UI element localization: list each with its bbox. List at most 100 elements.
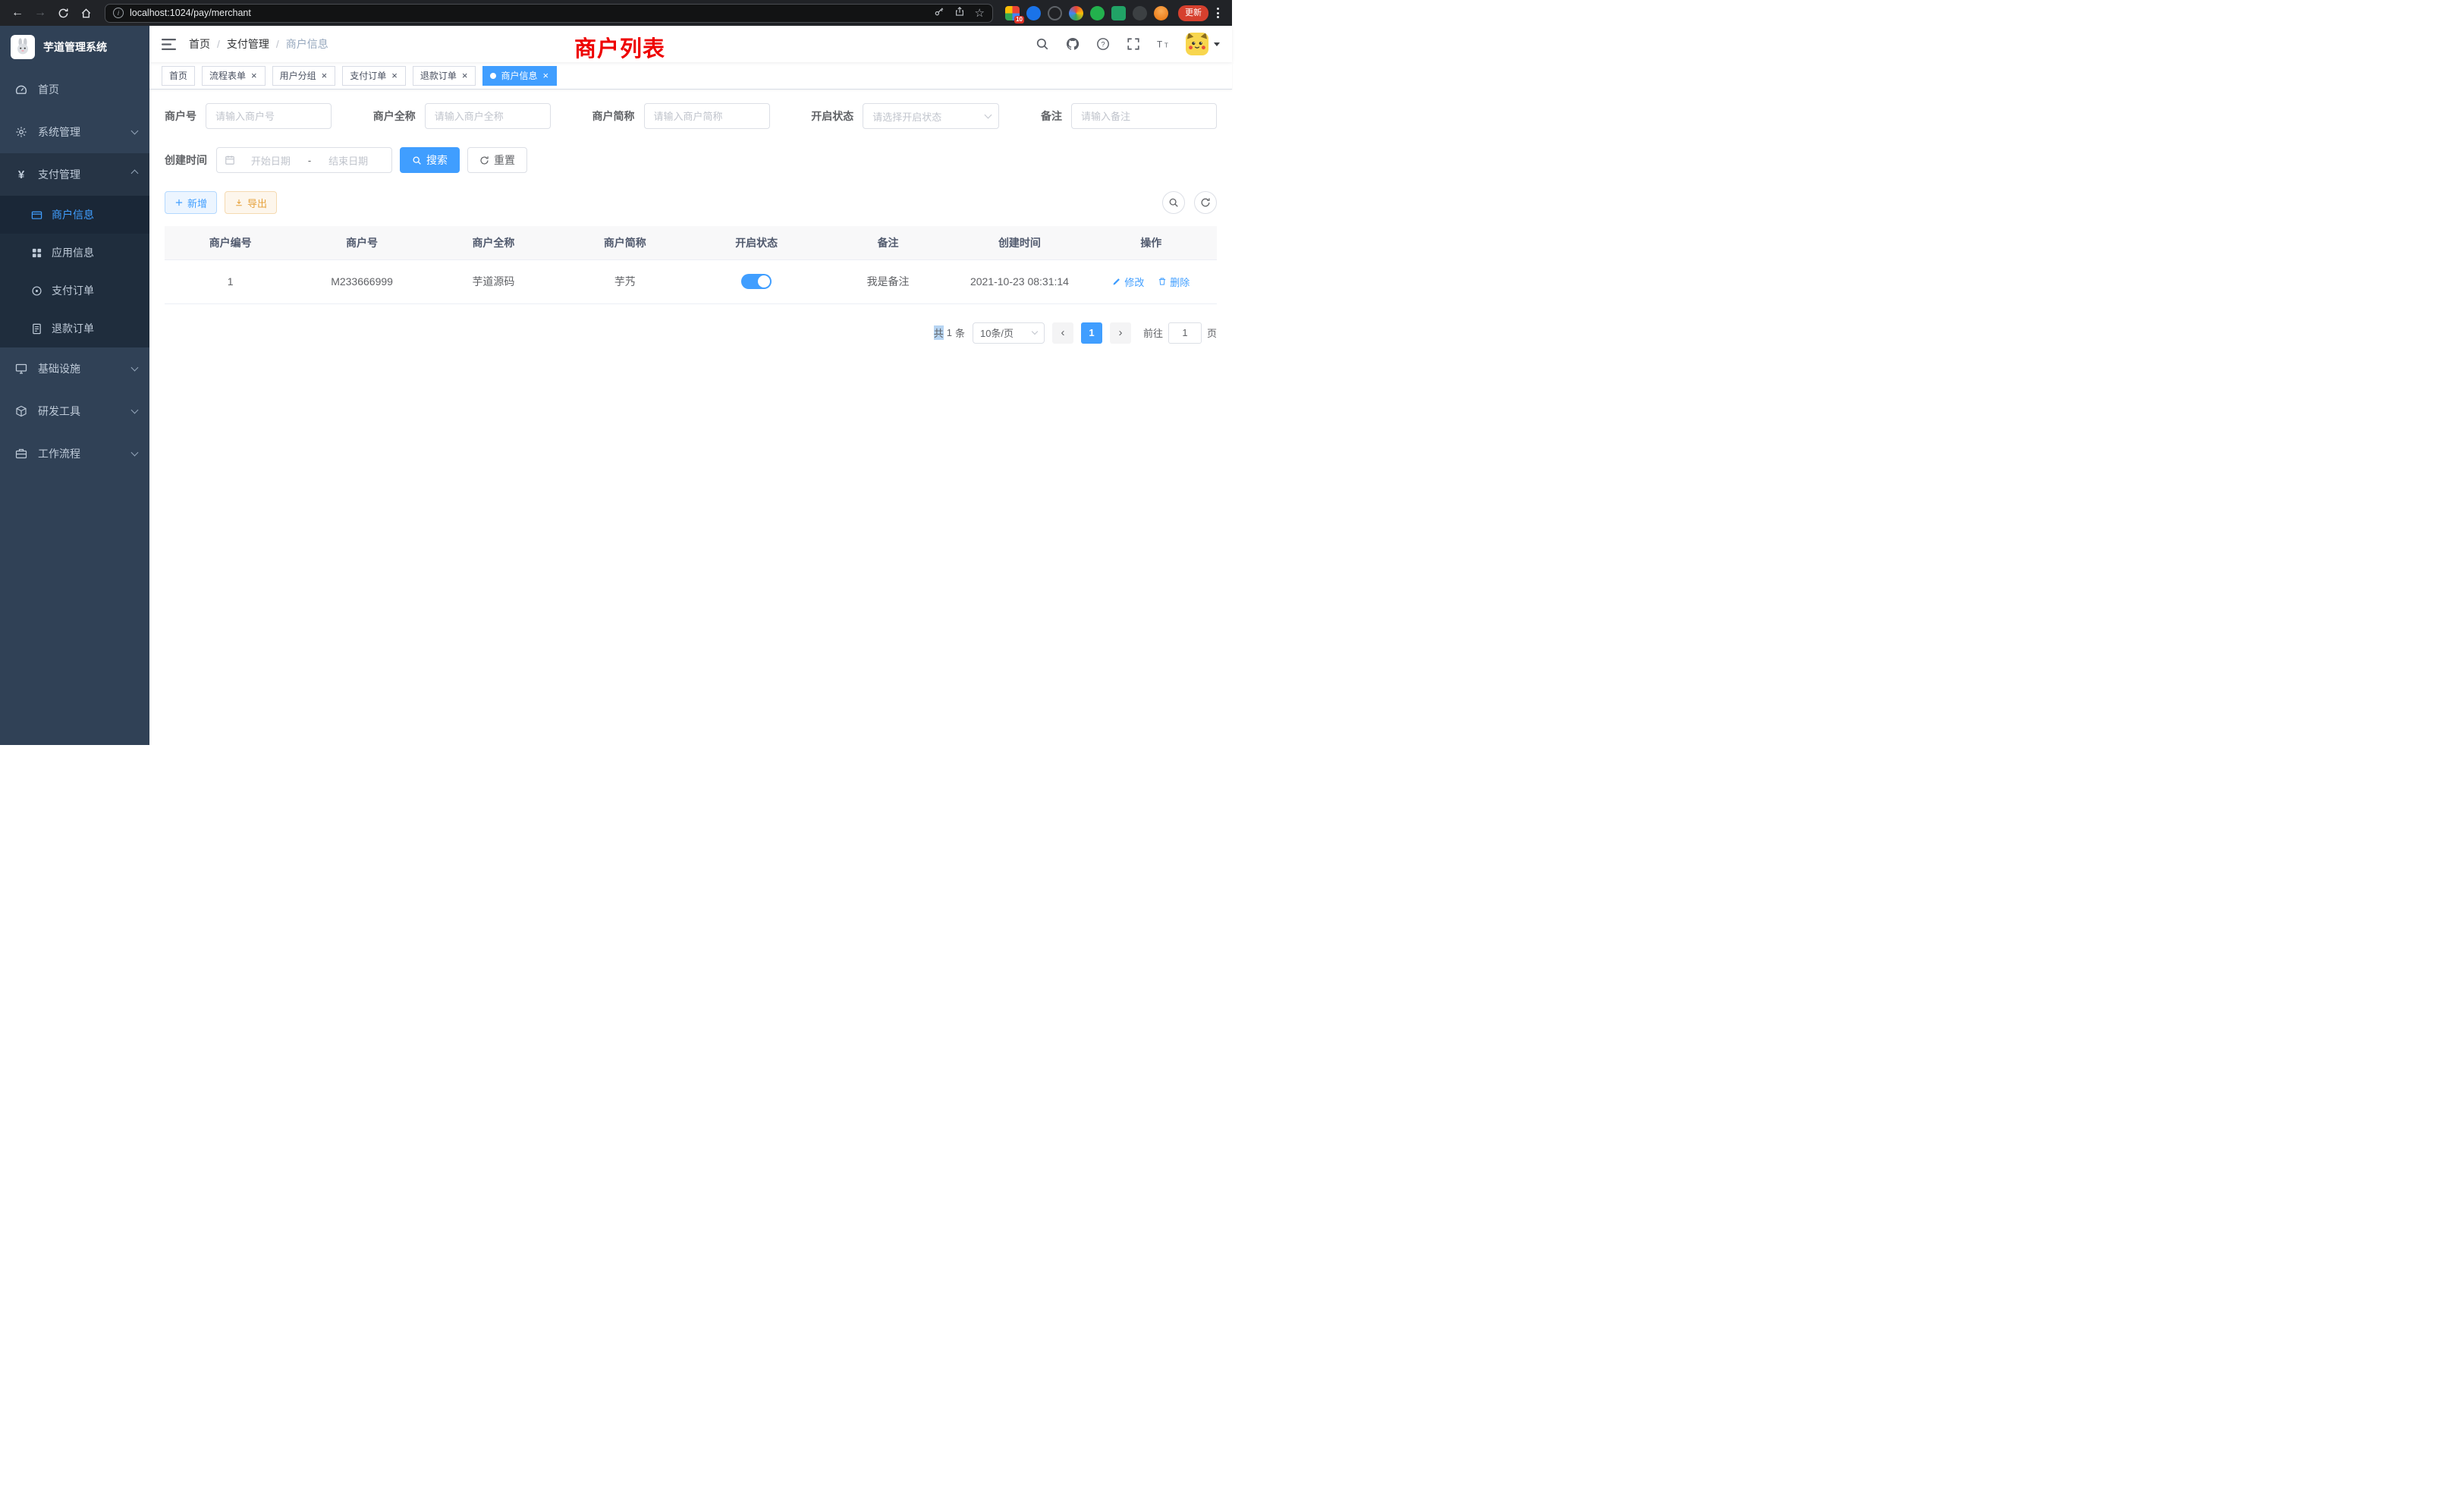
close-icon[interactable]: × [542, 71, 549, 80]
current-page-button[interactable]: 1 [1081, 322, 1102, 344]
search-button[interactable]: 搜索 [400, 147, 460, 173]
bookmark-star-icon[interactable]: ☆ [975, 8, 985, 19]
tab-pay-order[interactable]: 支付订单 × [342, 66, 406, 86]
export-button[interactable]: 导出 [225, 191, 277, 214]
extension-green-circle-icon[interactable] [1090, 6, 1105, 20]
fullscreen-icon[interactable] [1125, 36, 1142, 52]
reset-button[interactable]: 重置 [467, 147, 527, 173]
close-icon[interactable]: × [250, 71, 258, 80]
refresh-icon [479, 156, 489, 165]
chevron-down-icon [1032, 328, 1038, 335]
extension-green-square-icon[interactable] [1111, 6, 1126, 20]
table-row: 1 M233666999 芋道源码 芋艿 我是备注 2021-10-23 08:… [165, 259, 1217, 303]
sidebar-item-home[interactable]: 首页 [0, 68, 149, 111]
date-range-picker[interactable]: 开始日期 - 结束日期 [216, 147, 392, 173]
status-select[interactable]: 请选择开启状态 [863, 103, 999, 129]
user-avatar[interactable] [1186, 33, 1208, 55]
close-icon[interactable]: × [321, 71, 328, 80]
edit-link[interactable]: 修改 [1112, 275, 1144, 289]
sidebar-item-refund-order[interactable]: 退款订单 [0, 310, 149, 347]
search-icon[interactable] [1034, 36, 1051, 52]
tab-process-form[interactable]: 流程表单 × [202, 66, 266, 86]
magnifier-icon [412, 156, 422, 165]
filter-form-row1: 商户号 商户全称 商户简称 开启状态 请选择开启状态 [165, 103, 1217, 129]
user-menu[interactable] [1186, 33, 1220, 55]
extension-pinwheel-icon[interactable] [1133, 6, 1147, 20]
next-page-button[interactable]: › [1110, 322, 1131, 344]
goto-page-input[interactable] [1168, 322, 1202, 344]
delete-link[interactable]: 删除 [1158, 275, 1190, 289]
tab-merchant-info[interactable]: 商户信息 × [482, 66, 557, 86]
font-size-icon[interactable]: TT [1155, 36, 1172, 52]
svg-text:T: T [1164, 42, 1168, 49]
extension-drop-icon[interactable] [1026, 6, 1041, 20]
cell-short-name: 芋艿 [559, 259, 690, 303]
app-logo[interactable]: 芋道管理系统 [0, 26, 149, 68]
site-info-icon[interactable]: i [113, 8, 124, 18]
hamburger-icon[interactable] [162, 37, 177, 51]
cell-remark: 我是备注 [822, 259, 954, 303]
target-icon [30, 284, 42, 297]
sidebar-item-payment[interactable]: ¥ 支付管理 [0, 153, 149, 196]
short-name-input[interactable] [644, 103, 770, 129]
navbar-actions: ? TT [1034, 33, 1220, 55]
cell-operations: 修改 删除 [1086, 259, 1217, 303]
key-icon[interactable] [934, 6, 944, 20]
cube-icon [15, 405, 27, 417]
breadcrumb-separator: / [217, 38, 220, 50]
toggle-search-icon[interactable] [1162, 191, 1185, 214]
url-bar[interactable]: i localhost:1024/pay/merchant ☆ [105, 4, 993, 23]
table-toolbar: 新增 导出 [165, 191, 1217, 214]
refresh-table-icon[interactable] [1194, 191, 1217, 214]
browser-update-button[interactable]: 更新 [1178, 5, 1208, 21]
url-text: localhost:1024/pay/merchant [130, 8, 251, 18]
sidebar-item-app-info[interactable]: 应用信息 [0, 234, 149, 272]
sidebar-item-infra[interactable]: 基础设施 [0, 347, 149, 390]
tab-user-group[interactable]: 用户分组 × [272, 66, 336, 86]
gear-icon [15, 126, 27, 138]
extension-avatar-icon[interactable] [1154, 6, 1168, 20]
dashboard-icon [15, 83, 27, 96]
share-icon[interactable] [954, 6, 965, 20]
close-icon[interactable]: × [461, 71, 469, 80]
tab-refund-order[interactable]: 退款订单 × [413, 66, 476, 86]
extension-grid-icon[interactable]: 10 [1005, 6, 1020, 20]
omnibox-actions: ☆ [934, 6, 985, 20]
payment-submenu: 商户信息 应用信息 支付订单 [0, 196, 149, 347]
sidebar-item-devtools[interactable]: 研发工具 [0, 390, 149, 432]
forward-icon[interactable]: → [30, 3, 50, 23]
reload-icon[interactable] [53, 3, 73, 23]
github-icon[interactable] [1064, 36, 1081, 52]
browser-toolbar: ← → i localhost:1024/pay/merchant ☆ 10 [0, 0, 1232, 26]
close-icon[interactable]: × [391, 71, 398, 80]
back-icon[interactable]: ← [8, 3, 27, 23]
filter-remark: 备注 [1041, 103, 1217, 129]
page-size-select[interactable]: 10条/页 [973, 322, 1045, 344]
help-icon[interactable]: ? [1095, 36, 1111, 52]
browser-menu-icon[interactable] [1212, 5, 1224, 21]
remark-input[interactable] [1071, 103, 1217, 129]
tab-home[interactable]: 首页 [162, 66, 195, 86]
extension-colorwheel-icon[interactable] [1069, 6, 1083, 20]
page-content: 商户号 商户全称 商户简称 开启状态 请选择开启状态 [149, 90, 1232, 745]
extension-dark-circle-icon[interactable] [1048, 6, 1062, 20]
breadcrumb: 首页 / 支付管理 / 商户信息 [189, 36, 328, 52]
breadcrumb-separator: / [276, 38, 279, 50]
pagination-goto: 前往 页 [1143, 322, 1217, 344]
merchant-no-input[interactable] [206, 103, 332, 129]
sidebar-item-pay-order[interactable]: 支付订单 [0, 272, 149, 310]
sidebar-item-merchant-info[interactable]: 商户信息 [0, 196, 149, 234]
active-tab-dot [490, 73, 496, 79]
document-icon [30, 322, 42, 335]
app-shell: 芋道管理系统 首页 系统管理 ¥ [0, 26, 1232, 745]
add-button[interactable]: 新增 [165, 191, 217, 214]
home-icon[interactable] [76, 3, 96, 23]
breadcrumb-payment[interactable]: 支付管理 [227, 36, 269, 52]
sidebar-item-workflow[interactable]: 工作流程 [0, 432, 149, 475]
breadcrumb-home[interactable]: 首页 [189, 36, 210, 52]
merchant-table: 商户编号 商户号 商户全称 商户简称 开启状态 备注 创建时间 操作 1 [165, 226, 1217, 304]
status-toggle[interactable] [741, 274, 772, 289]
full-name-input[interactable] [425, 103, 551, 129]
sidebar-item-system[interactable]: 系统管理 [0, 111, 149, 153]
prev-page-button[interactable]: ‹ [1052, 322, 1073, 344]
